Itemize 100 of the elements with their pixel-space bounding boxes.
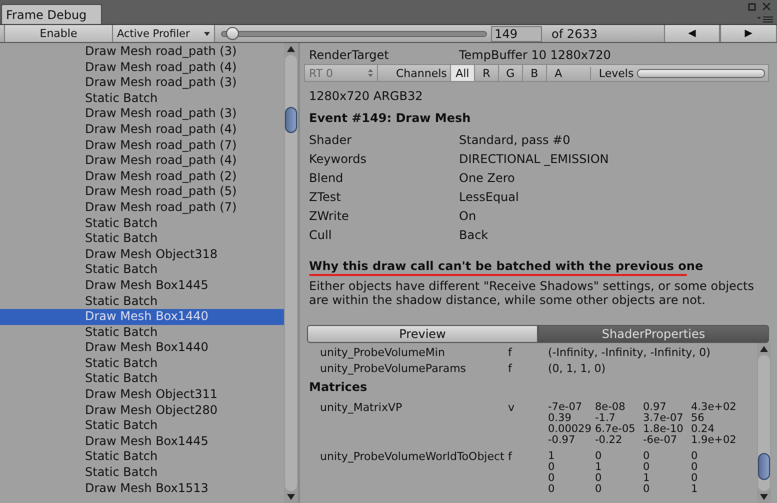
matrix-cell-text: 1.9e+02 [691,435,738,446]
matrix-cell-text: -0.97 [548,435,576,446]
matrix-cell-text: -1.7 [595,413,616,424]
matrix-cell-text: 0 [643,484,651,495]
matrix-cell-text: 0 [643,462,651,473]
down-arrow-icon[interactable] [287,494,295,500]
event-total: of 2633 [550,26,598,40]
render-target-label: RenderTarget [309,47,390,64]
event-item[interactable]: Draw Mesh road_path (3) [0,44,284,60]
channel-toggle[interactable]: G [498,65,522,81]
event-item[interactable]: Draw Mesh Box1445 [0,278,284,294]
event-item[interactable]: Static Batch [0,324,284,340]
previous-button[interactable]: ◀ [664,25,720,42]
next-button[interactable]: ▶ [720,25,777,42]
event-item[interactable]: Draw Mesh Box1440 [0,340,284,356]
matrix-cell-text: 0 [548,462,556,473]
up-arrow-icon[interactable] [287,46,295,52]
matrix-cell-text: -6e-07 [643,435,678,446]
matrix-cell-text: 0 [691,451,699,462]
render-target-option: RT 0 [309,66,334,80]
levels-label: Levels [590,66,634,80]
event-item[interactable]: Draw Mesh road_path (2) [0,168,284,184]
property-value: (-Infinity, -Infinity, -Infinity, 0) [548,347,710,358]
stepper-icon [368,69,373,77]
scrollbar-thumb[interactable] [285,107,297,134]
event-item[interactable]: Draw Mesh road_path (7) [0,200,284,216]
scrollbar[interactable] [757,343,771,503]
matrix-cell-text: 0 [595,451,603,462]
channel-toggle[interactable]: B [522,65,546,81]
property-name: Keywords [309,151,368,168]
event-item[interactable]: Static Batch [0,449,284,466]
matrix-cell-text: 1 [691,484,699,495]
event-item[interactable]: Draw Mesh Object318 [0,246,284,262]
event-item[interactable]: Draw Mesh road_path (4) [0,122,284,138]
event-item[interactable]: Static Batch [0,356,284,372]
event-item[interactable]: Draw Mesh road_path (3) [0,106,284,122]
matrix-cell-text: 6.7e-05 [595,424,636,435]
event-item[interactable]: Draw Mesh Object311 [0,387,284,403]
event-item[interactable]: Draw Mesh road_path (7) [0,138,284,154]
caret-icon [204,32,210,36]
property-type: f [508,363,514,374]
event-item[interactable]: Draw Mesh road_path (5) [0,184,284,200]
window-tab[interactable]: Frame Debug [1,4,102,24]
matrix-cell-text: 0.00029 [548,424,592,435]
event-slider[interactable] [221,25,487,42]
event-item[interactable]: Static Batch [0,216,284,232]
event-item[interactable]: Static Batch [0,90,284,106]
menu-icon[interactable] [757,16,773,23]
event-item[interactable]: Static Batch [0,418,284,434]
property-name: Shader [309,132,353,149]
property-name: Cull [309,227,333,244]
panel-tab[interactable]: ShaderProperties [538,325,769,343]
event-item[interactable]: Static Batch [0,465,284,481]
scrollbar-thumb[interactable] [758,452,770,480]
section-heading: Matrices [309,380,368,394]
scrollbar[interactable] [284,43,298,503]
matrix-cell-text: 0 [548,484,556,495]
matrix-cell-text: 0 [595,473,603,484]
event-item[interactable]: Draw Mesh Box1440 [0,309,284,325]
event-number-field[interactable]: 149 [490,26,542,42]
close-icon[interactable] [762,2,771,11]
panel-tab[interactable]: Preview [307,325,538,343]
property-value: (0, 1, 1, 0) [548,363,606,374]
event-item[interactable]: Static Batch [0,294,284,310]
event-item[interactable]: Draw Mesh road_path (4) [0,153,284,169]
matrix-cell-text: 0 [595,484,603,495]
event-item[interactable]: Draw Mesh Box1445 [0,434,284,450]
event-item[interactable]: Draw Mesh road_path (3) [0,75,284,91]
matrix-cell-text: -0.22 [595,435,624,446]
maximize-icon[interactable] [748,2,756,10]
property-value: Back [459,227,488,244]
matrix-cell-text: 1.8e-10 [643,424,684,435]
enable-button[interactable]: Enable [4,25,113,42]
channels-label: Channels [396,66,447,80]
event-item[interactable]: Draw Mesh road_path (4) [0,60,284,76]
matrix-cell-text: 0.97 [643,402,668,413]
down-arrow-icon[interactable] [760,494,768,500]
channel-toggle[interactable]: A [546,65,570,81]
slider-thumb[interactable] [226,26,239,40]
batch-reason: Either objects have different "Receive Shadows" settings, or some objects are within the shadow distance, while some other objects are not. [309,279,755,307]
event-item[interactable]: Static Batch [0,231,284,247]
property-value: On [459,208,476,225]
profiler-dropdown[interactable]: Active Profiler [112,25,216,42]
matrix-cell-text: 4.3e+02 [691,402,738,413]
matrix-cell-text: 0 [643,451,651,462]
matrix-cell-text: 0 [548,473,556,484]
matrix-cell-text: 0.24 [691,424,716,435]
event-item[interactable]: Draw Mesh Object280 [0,402,284,418]
matrix-cell-text: 1 [548,451,556,462]
matrix-cell-text: 0.39 [548,413,572,424]
property-value: DIRECTIONAL _EMISSION [459,151,609,168]
channel-toggle[interactable]: All [450,65,474,81]
matrix-cell-text: 3.7e-07 [643,413,684,424]
event-item[interactable]: Draw Mesh Box1513 [0,480,284,496]
event-item[interactable]: Static Batch [0,371,284,388]
event-item[interactable]: Static Batch [0,262,284,278]
matrix-cell-text: 1 [595,462,603,473]
channel-toggle[interactable]: R [474,65,498,81]
batch-heading: Why this draw call can't be batched with the previous one [309,259,704,273]
up-arrow-icon[interactable] [760,346,768,352]
